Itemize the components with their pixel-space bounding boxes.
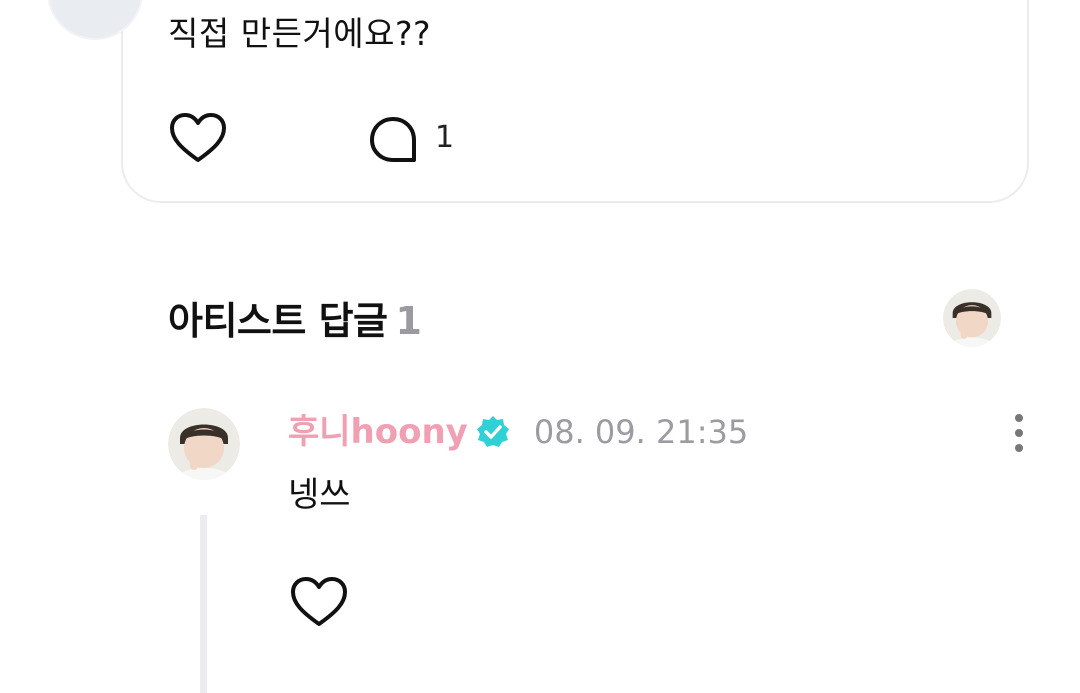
more-dot-icon [1015, 444, 1023, 452]
reply-header: 후니hoony 08. 09. 21:35 [288, 409, 748, 455]
more-options-button[interactable] [1000, 406, 1038, 460]
verified-badge-icon [476, 416, 509, 447]
section-title-count: 1 [395, 299, 422, 343]
reply-count: 1 [435, 120, 455, 155]
comment-text: 직접 만든거에요?? [168, 14, 432, 53]
thread-line [200, 515, 207, 693]
section-title: 아티스트 답글 1 [168, 296, 422, 346]
more-dot-icon [1015, 414, 1023, 422]
reply-timestamp: 08. 09. 21:35 [533, 413, 749, 451]
heart-icon[interactable] [169, 112, 227, 164]
artist-avatar-small[interactable] [943, 289, 1001, 347]
more-dot-icon [1015, 429, 1023, 437]
comment-bubble-icon[interactable] [368, 115, 418, 165]
section-title-label: 아티스트 답글 [168, 299, 388, 343]
reply-text: 넹쓰 [288, 475, 351, 515]
author-name[interactable]: 후니hoony [288, 410, 468, 454]
artist-avatar[interactable] [168, 408, 240, 480]
heart-icon[interactable] [290, 576, 348, 628]
